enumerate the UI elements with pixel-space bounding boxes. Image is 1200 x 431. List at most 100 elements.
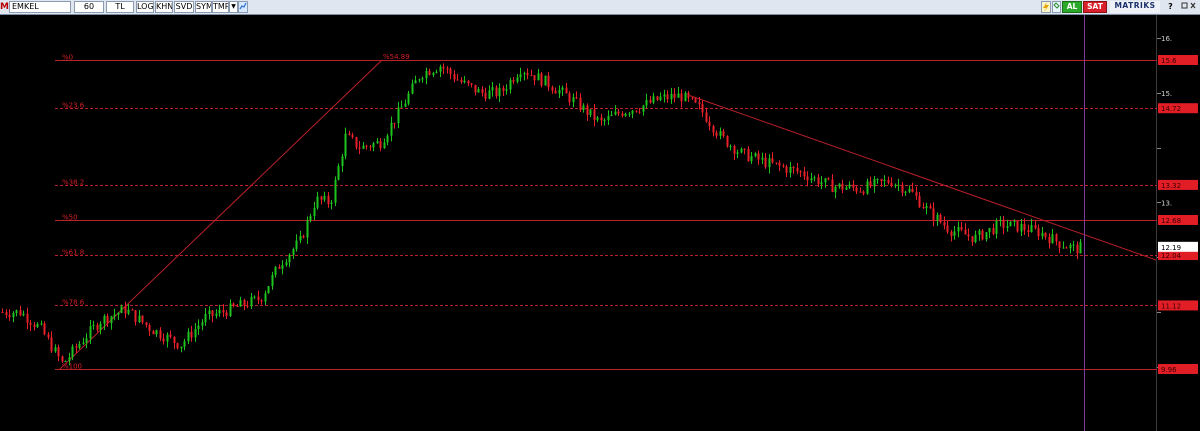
candle-body [411, 83, 414, 94]
fib-level-label: %78.6 [62, 299, 85, 307]
candle-body [85, 338, 88, 343]
candle-body [855, 187, 858, 192]
fib-level-label: %23.6 [62, 102, 85, 110]
fib-axis-tag-label: 11.12 [1161, 302, 1181, 310]
log-button[interactable]: LOG [136, 1, 154, 13]
candle-body [334, 179, 337, 203]
candle-body [761, 157, 764, 160]
candle-body [362, 145, 365, 149]
candle-body [47, 334, 50, 338]
candle-body [852, 184, 855, 188]
candle-body [845, 187, 848, 190]
candle-body [82, 342, 85, 344]
candle-body [404, 103, 407, 107]
candle-body [904, 191, 907, 193]
candle-body [1030, 225, 1033, 233]
candle-body [1055, 234, 1058, 242]
candle-body [768, 158, 771, 168]
candle-body [670, 93, 673, 100]
candle-body [533, 75, 536, 81]
candle-body [726, 135, 729, 147]
sym-button[interactable]: SYM [195, 1, 212, 13]
candle-body [5, 312, 8, 316]
menu-dropdown-icon[interactable]: ▼ [229, 1, 238, 13]
candle-body [218, 309, 221, 314]
svd-button[interactable]: SVD [174, 1, 194, 13]
tmp-button[interactable]: TMP [212, 1, 229, 13]
candle-body [638, 111, 641, 113]
khn-button[interactable]: KHN [155, 1, 173, 13]
candle-body [12, 313, 15, 318]
candle-body [288, 254, 291, 263]
link-icon[interactable] [1052, 1, 1061, 13]
candle-body [953, 231, 956, 236]
candle-body [246, 305, 249, 307]
candle-body [551, 87, 554, 91]
candle-body [890, 183, 893, 186]
sell-button[interactable]: SAT [1083, 1, 1107, 13]
candle-body [425, 71, 428, 79]
candle-body [593, 109, 596, 120]
fib-level-label: %50 [62, 214, 78, 222]
period-field[interactable]: 60 [74, 1, 104, 13]
candle-body [176, 343, 179, 349]
candle-body [932, 208, 935, 221]
currency-field[interactable]: TL [106, 1, 134, 13]
candle-body [138, 315, 141, 322]
candle-body [250, 296, 253, 307]
candle-body [876, 179, 879, 181]
fib-axis-tag-label: 15.6 [1161, 57, 1177, 65]
candle-body [565, 87, 568, 94]
candle-body [915, 191, 918, 196]
candle-body [330, 202, 333, 204]
candle-body [873, 179, 876, 187]
candle-body [848, 184, 851, 188]
candle-body [796, 168, 799, 172]
buy-button[interactable]: AL [1062, 1, 1082, 13]
candle-body [547, 75, 550, 88]
candle-body [474, 84, 477, 93]
lightning-icon[interactable] [1041, 1, 1051, 13]
candle-body [554, 90, 557, 94]
candle-body [68, 357, 71, 362]
candle-body [988, 228, 991, 233]
candle-body [754, 153, 757, 157]
candle-body [736, 152, 739, 154]
candle-body [260, 300, 263, 302]
chart-settings-icon[interactable] [238, 1, 248, 13]
candle-body [54, 347, 57, 352]
candle-body [880, 179, 883, 182]
candle-body [775, 162, 778, 164]
candle-body [208, 310, 211, 315]
candle-body [358, 147, 361, 149]
candle-body [642, 105, 645, 112]
candle-body [960, 227, 963, 230]
candle-body [663, 94, 666, 97]
fib-axis-tag-label: 13.32 [1161, 182, 1181, 190]
window-controls[interactable] [1180, 1, 1198, 13]
candle-body [964, 229, 967, 235]
candle-body [215, 313, 218, 316]
candle-body [967, 234, 970, 237]
candle-body [540, 73, 543, 86]
fib-axis-tag-label: 12.04 [1161, 252, 1182, 260]
candle-body [572, 97, 575, 103]
candle-body [778, 162, 781, 166]
candle-body [204, 314, 207, 323]
candle-body [456, 79, 459, 81]
candle-body [943, 222, 946, 226]
candle-body [257, 296, 260, 301]
price-chart[interactable]: %0%23.6%38.2%50%61.8%78.6%100%54.89 16.1… [0, 15, 1200, 431]
symbol-field[interactable]: EMKEL [9, 1, 71, 13]
price-tick-label: 13. [1161, 199, 1172, 207]
candle-body [635, 110, 638, 112]
help-icon[interactable]: ? [1166, 1, 1175, 13]
candle-body [393, 122, 396, 124]
candle-body [985, 232, 988, 240]
candle-body [537, 73, 540, 81]
candle-body [113, 314, 116, 317]
candle-body [957, 227, 960, 232]
candle-body [460, 79, 463, 83]
candle-body [36, 323, 39, 327]
candle-body [680, 93, 683, 102]
